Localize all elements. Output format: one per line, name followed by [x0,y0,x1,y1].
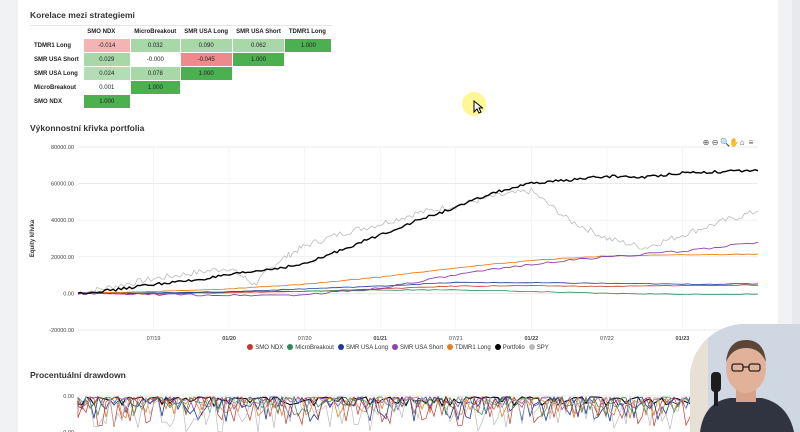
correlation-header-row: SMO NDX MicroBreakout SMR USA Long SMR USA … [30,25,332,39]
legend-dot-icon [528,344,535,350]
correlation-cell: -0.014 [82,38,131,53]
correlation-cell: 0.001 [82,80,131,95]
correlation-title: Korelace mezi strategiemi [30,10,135,20]
correlation-row: TDMR1 Long -0.014 0.032 0.090 0.062 1.000 [30,38,333,53]
correlation-column-header: SMO NDX [83,25,131,39]
correlation-cell: 0.029 [82,52,131,67]
equity-chart: -20000.00 0.00 20000.00 40000.00 60000.00 800… [18,135,778,360]
correlation-column-header: MicroBreakout [130,25,181,39]
legend-item[interactable]: MicroBreakout [287,344,334,351]
correlation-cell: 0.090 [179,38,233,53]
correlation-row-label: TDMR1 Long [34,42,71,49]
correlation-body: TDMR1 Long -0.014 0.032 0.090 0.062 1.000 SMR … [30,38,333,109]
legend-label: Portfolio [502,345,525,351]
y-tick-label: 60000.00 [51,182,74,188]
series-line-smr-usa-short [77,241,759,297]
legend-dot-icon [247,344,254,350]
legend-label: MicroBreakout [295,345,334,351]
x-tick-label: 07/19 [147,336,161,342]
x-tick-label: 07/20 [298,336,312,342]
correlation-cell: 1.000 [231,52,286,67]
legend-dot-icon [392,344,398,350]
correlation-cell: 0.078 [129,66,181,81]
x-tick-label: 01/22 [524,336,538,342]
chart-legend: SMO NDX MicroBreakout SMR USA Long SMR USA … [18,344,778,351]
equity-chart-title: Výkonnostní křivka portfolia [30,123,145,133]
correlation-corner-cell [30,25,84,39]
legend-item[interactable]: SMR USA Long [337,344,388,351]
correlation-cell: 1.000 [82,94,131,109]
report-page: Korelace mezi strategiemi SMO NDX MicroBr… [18,0,778,432]
y-tick-label: 80000.00 [51,145,74,151]
drawdown-y-tick-label: 0.00 [63,394,74,400]
correlation-cell: 1.000 [129,80,181,95]
correlation-matrix: SMO NDX MicroBreakout SMR USA Long SMR USA … [30,25,333,109]
x-tick-label: 01/21 [373,336,387,342]
y-axis-label: Equity křivka [30,219,36,257]
legend-label: SMR USA Short [400,345,444,351]
legend-item[interactable]: SPY [528,344,549,351]
correlation-row-label: SMR USA Long [34,70,78,77]
correlation-column-header: TDMR1 Long [284,25,332,39]
y-tick-label: 40000.00 [51,218,74,224]
correlation-cell: 1.000 [179,66,233,81]
legend-item[interactable]: SMR USA Short [392,344,443,351]
y-tick-label: -20000.00 [49,328,74,334]
x-tick-label: 01/20 [222,336,236,342]
correlation-cell: -0.045 [179,52,233,67]
correlation-row: SMO NDX 1.000 [30,94,332,109]
legend-label: SMR USA Long [345,345,388,351]
legend-item[interactable]: TDMR1 Long [447,344,491,351]
presenter-icon [690,324,800,432]
legend-dot-icon [287,344,294,350]
correlation-row: MicroBreakout 0.001 1.000 [30,80,332,95]
correlation-row-label: SMO NDX [34,98,63,105]
correlation-cell: 0.024 [82,66,131,81]
series-line-spy [77,187,759,296]
correlation-column-header: SMR USA Long [180,25,233,39]
correlation-cell: 1.000 [284,38,333,53]
mouse-pointer-icon [473,100,483,114]
x-tick-label: 07/21 [449,336,463,342]
series-line-portfolio [77,169,759,295]
correlation-row: SMR USA Long 0.024 0.078 1.000 [30,66,332,81]
series-line-smr-usa-long [77,281,759,295]
correlation-cell: -0.000 [129,52,181,67]
legend-label: SPY [536,345,549,351]
x-tick-label: 01/23 [676,336,690,342]
correlation-row-label: SMR USA Short [34,56,79,63]
legend-dot-icon [337,344,344,350]
correlation-column-header: SMR USA Short [232,25,285,39]
correlation-cell: 0.062 [231,38,286,53]
series-line-tdmr1-long [77,253,759,295]
equity-chart-svg: -20000.00 0.00 20000.00 40000.00 60000.00 800… [30,145,759,342]
drawdown-chart: 0.00-0.00 [18,378,778,432]
correlation-row-label: MicroBreakout [34,84,77,91]
legend-dot-icon [494,344,501,350]
correlation-cell: 0.032 [129,38,181,53]
drawdown-chart-svg: 0.00-0.00 [61,394,759,432]
legend-item[interactable]: Portfolio [494,344,525,351]
legend-item[interactable]: SMO NDX [247,344,283,351]
legend-label: TDMR1 Long [455,345,491,351]
webcam-overlay [690,324,800,432]
y-tick-label: 0.00 [63,291,74,297]
legend-label: SMO NDX [255,345,284,351]
correlation-row: SMR USA Short 0.029 -0.000 -0.045 1.000 [30,52,332,67]
x-tick-label: 07/22 [600,336,614,342]
legend-dot-icon [447,344,454,350]
y-tick-label: 20000.00 [51,255,74,261]
